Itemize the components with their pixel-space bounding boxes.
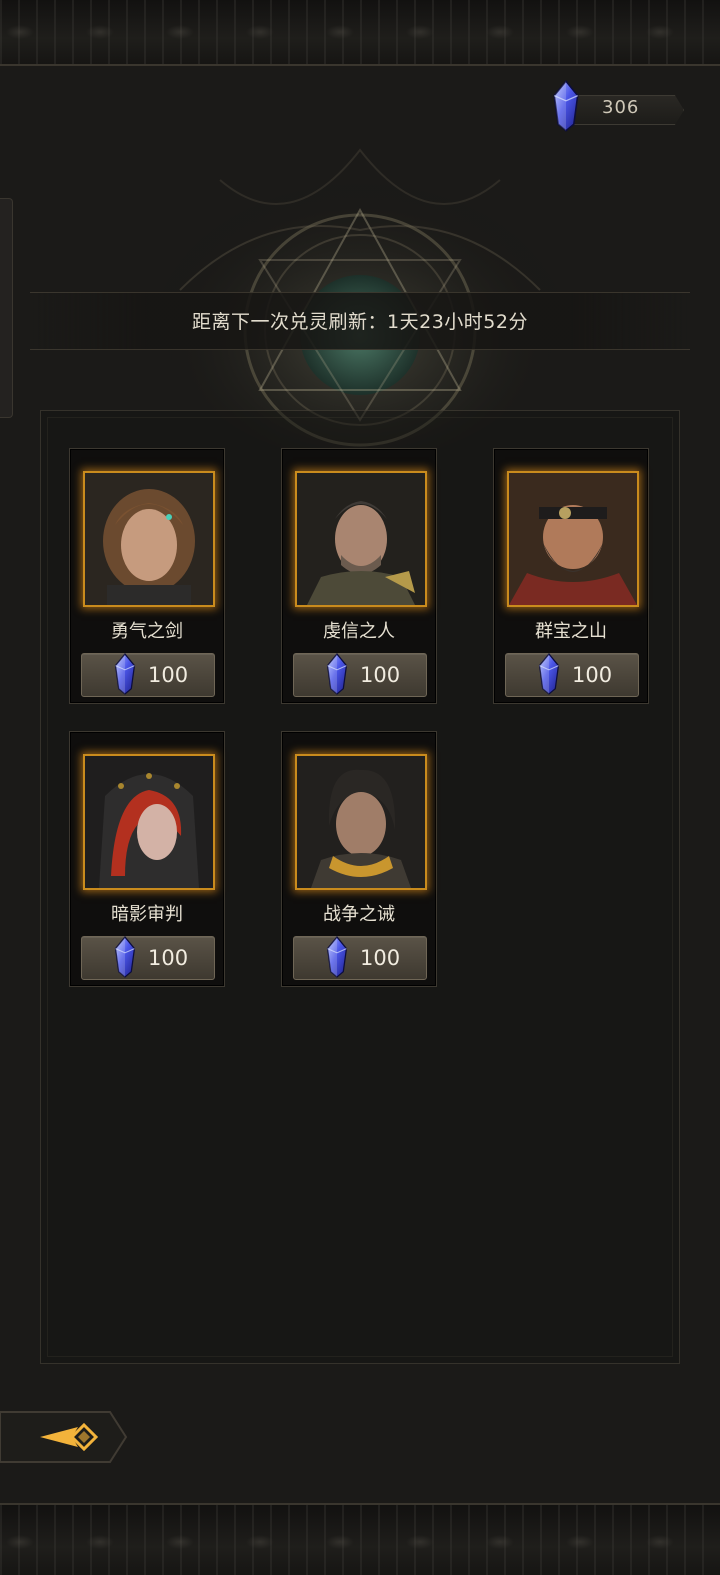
blue-crystal-icon — [548, 80, 584, 132]
price-value: 100 — [360, 946, 401, 970]
buy-button[interactable]: 100 — [505, 653, 639, 697]
currency-display: 306 — [548, 92, 684, 126]
hero-card[interactable]: 群宝之山 100 — [493, 448, 649, 704]
hero-card[interactable]: 勇气之剑 100 — [69, 448, 225, 704]
blue-crystal-icon — [324, 936, 350, 978]
young-woman-portrait — [83, 471, 215, 607]
buy-button[interactable]: 100 — [81, 936, 215, 980]
hero-name: 群宝之山 — [535, 621, 607, 642]
hero-name: 勇气之剑 — [111, 621, 183, 642]
blue-crystal-icon — [536, 653, 562, 695]
bearded-dwarf-portrait — [507, 471, 639, 607]
hero-card[interactable]: 虔信之人 100 — [281, 448, 437, 704]
hero-name: 虔信之人 — [323, 621, 395, 642]
blue-crystal-icon — [324, 653, 350, 695]
refresh-timer-banner: 距离下一次兑灵刷新：1天23小时52分 — [30, 292, 690, 350]
back-button[interactable] — [0, 1408, 128, 1466]
buy-button[interactable]: 100 — [293, 653, 427, 697]
emblem-ornament — [160, 148, 560, 450]
blue-crystal-icon — [112, 936, 138, 978]
currency-amount: 306 — [602, 97, 640, 118]
hero-card[interactable]: 战争之诫 100 — [281, 731, 437, 987]
buy-button[interactable]: 100 — [293, 936, 427, 980]
refresh-timer-text: 距离下一次兑灵刷新：1天23小时52分 — [192, 311, 528, 333]
hero-name: 战争之诫 — [323, 904, 395, 925]
hero-card[interactable]: 暗影审判 100 — [69, 731, 225, 987]
price-value: 100 — [360, 663, 401, 687]
price-value: 100 — [572, 663, 613, 687]
dark-haired-warrior-portrait — [295, 754, 427, 890]
side-drawer-handle[interactable] — [0, 198, 13, 418]
price-value: 100 — [148, 663, 189, 687]
bottom-border — [0, 1503, 720, 1575]
top-border — [0, 0, 720, 66]
buy-button[interactable]: 100 — [81, 653, 215, 697]
price-value: 100 — [148, 946, 189, 970]
blue-crystal-icon — [112, 653, 138, 695]
hero-name: 暗影审判 — [111, 904, 183, 925]
armored-man-portrait — [295, 471, 427, 607]
hooded-redhead-portrait — [83, 754, 215, 890]
